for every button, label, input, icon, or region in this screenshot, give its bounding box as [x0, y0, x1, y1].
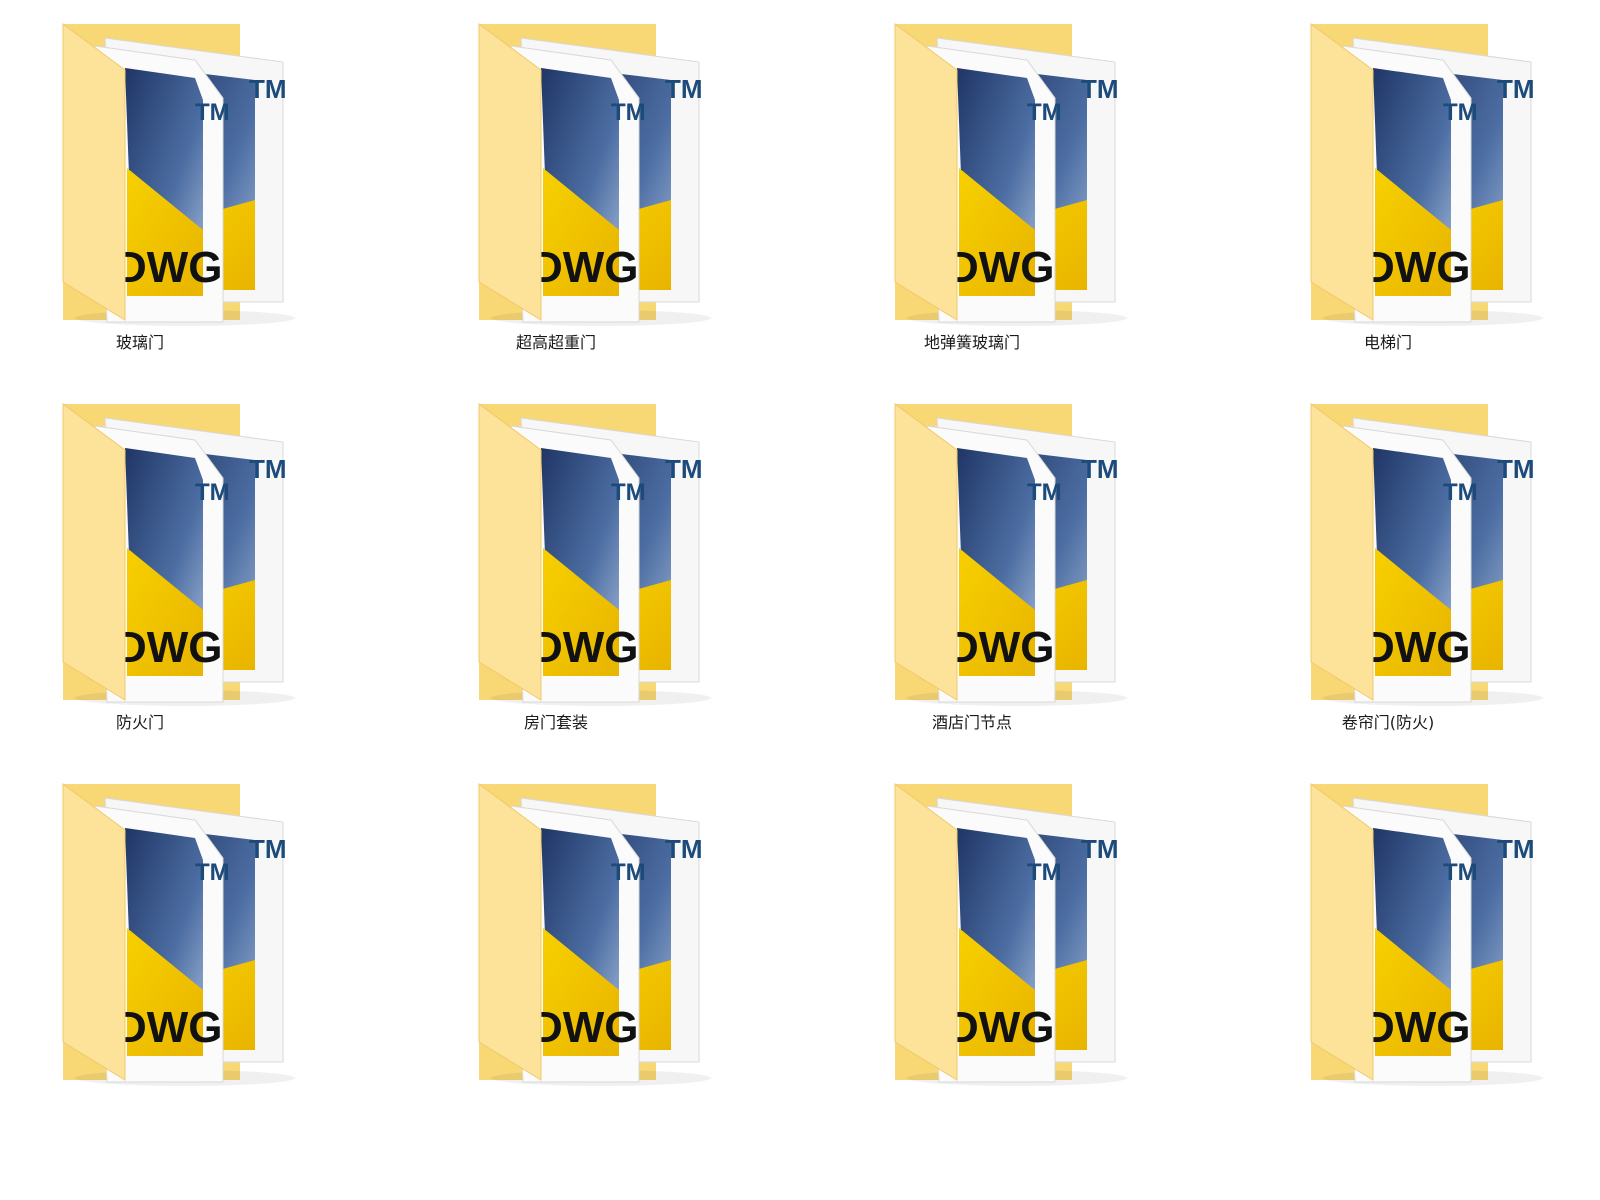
svg-text:TM: TM: [195, 859, 230, 886]
svg-text:DWG: DWG: [531, 1003, 639, 1052]
folder-label: 卷帘门(防火): [1341, 713, 1435, 732]
folder-label: 酒店门节点: [931, 713, 1012, 732]
svg-text:TM: TM: [249, 74, 287, 104]
folder-label: 防火门: [115, 713, 164, 732]
dwg-folder-icon: TM TM DWG: [1310, 783, 1543, 1086]
dwg-folder-icon: TM TM DWG: [478, 403, 711, 706]
svg-text:DWG: DWG: [947, 243, 1055, 292]
svg-text:TM: TM: [611, 479, 646, 506]
svg-text:TM: TM: [195, 99, 230, 126]
svg-text:TM: TM: [665, 74, 703, 104]
svg-text:DWG: DWG: [531, 623, 639, 672]
svg-text:TM: TM: [1497, 74, 1535, 104]
svg-text:TM: TM: [1443, 479, 1478, 506]
dwg-folder-icon: TM TM DWG: [1310, 23, 1543, 326]
folder-item[interactable]: TM TM DWG: [847, 760, 1147, 1110]
dwg-folder-icon: TM TM DWG: [62, 23, 295, 326]
svg-text:TM: TM: [1081, 74, 1119, 104]
svg-text:TM: TM: [665, 834, 703, 864]
folder-label: 电梯门: [1363, 333, 1412, 352]
svg-text:TM: TM: [1497, 834, 1535, 864]
folder-item[interactable]: TM TM DWG 防火门: [15, 380, 315, 732]
dwg-folder-icon: TM TM DWG: [894, 783, 1127, 1086]
svg-text:TM: TM: [1027, 99, 1062, 126]
folder-label: 玻璃门: [115, 333, 164, 352]
svg-text:DWG: DWG: [1363, 623, 1471, 672]
svg-text:DWG: DWG: [531, 243, 639, 292]
svg-text:DWG: DWG: [947, 1003, 1055, 1052]
svg-text:TM: TM: [1497, 454, 1535, 484]
folder-item[interactable]: TM TM DWG: [15, 760, 315, 1110]
svg-text:TM: TM: [665, 454, 703, 484]
svg-text:TM: TM: [249, 454, 287, 484]
svg-text:DWG: DWG: [1363, 1003, 1471, 1052]
svg-text:TM: TM: [1443, 99, 1478, 126]
dwg-folder-icon: TM TM DWG: [894, 403, 1127, 706]
folder-item[interactable]: TM TM DWG 房门套装: [431, 380, 731, 732]
folder-label: 地弹簧玻璃门: [923, 333, 1020, 352]
svg-text:DWG: DWG: [115, 623, 223, 672]
svg-text:TM: TM: [195, 479, 230, 506]
svg-text:TM: TM: [611, 99, 646, 126]
svg-text:TM: TM: [1443, 859, 1478, 886]
dwg-folder-icon: TM TM DWG: [478, 23, 711, 326]
svg-text:DWG: DWG: [115, 1003, 223, 1052]
svg-text:DWG: DWG: [947, 623, 1055, 672]
svg-text:TM: TM: [1027, 479, 1062, 506]
folder-item[interactable]: TM TM DWG: [1263, 760, 1563, 1110]
folder-item[interactable]: TM TM DWG 超高超重门: [431, 0, 731, 352]
dwg-folder-icon: TM TM DWG: [894, 23, 1127, 326]
folder-item[interactable]: TM TM DWG 电梯门: [1263, 0, 1563, 352]
svg-text:TM: TM: [249, 834, 287, 864]
svg-text:DWG: DWG: [1363, 243, 1471, 292]
dwg-folder-icon: TM TM DWG: [62, 403, 295, 706]
folder-item[interactable]: TM TM DWG 卷帘门(防火): [1263, 380, 1563, 732]
svg-text:TM: TM: [1081, 454, 1119, 484]
folder-item[interactable]: TM TM DWG 地弹簧玻璃门: [847, 0, 1147, 352]
svg-text:TM: TM: [1081, 834, 1119, 864]
dwg-folder-icon: TM TM DWG: [62, 783, 295, 1086]
folder-item[interactable]: TM TM DWG 玻璃门: [15, 0, 315, 352]
folder-item[interactable]: TM TM DWG 酒店门节点: [847, 380, 1147, 732]
svg-text:DWG: DWG: [115, 243, 223, 292]
svg-text:TM: TM: [611, 859, 646, 886]
folder-label: 房门套装: [523, 713, 588, 732]
dwg-folder-icon: TM TM DWG: [478, 783, 711, 1086]
folder-label: 超高超重门: [515, 333, 596, 352]
dwg-folder-icon: TM TM DWG: [1310, 403, 1543, 706]
folder-item[interactable]: TM TM DWG: [431, 760, 731, 1110]
folder-grid: TM TM DWG 玻璃门 TM TM DWG 超高超重门 TM TM DWG …: [0, 0, 1600, 1200]
svg-text:TM: TM: [1027, 859, 1062, 886]
